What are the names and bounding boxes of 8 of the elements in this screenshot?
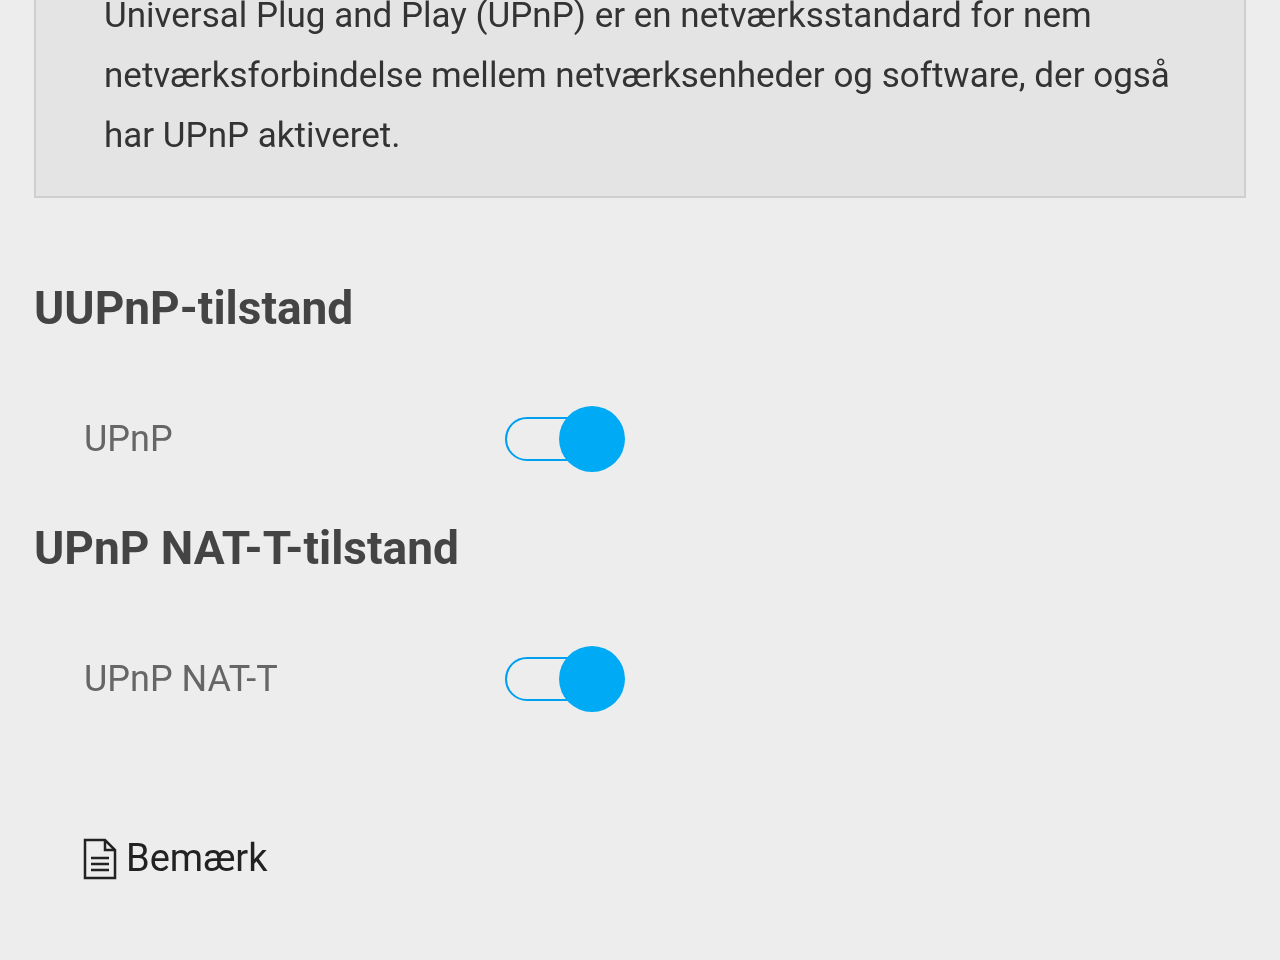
setting-label: UPnP NAT-T <box>84 657 279 702</box>
section-heading: UUPnP-tilstand <box>34 280 355 336</box>
toggle-switch[interactable] <box>505 406 625 472</box>
section-heading: UPnP NAT-T-tilstand <box>34 520 460 576</box>
note-link[interactable]: Bemærk <box>126 830 268 887</box>
document-icon <box>82 837 118 880</box>
toggle-switch[interactable] <box>505 646 625 712</box>
setting-label: UPnP <box>84 417 174 462</box>
